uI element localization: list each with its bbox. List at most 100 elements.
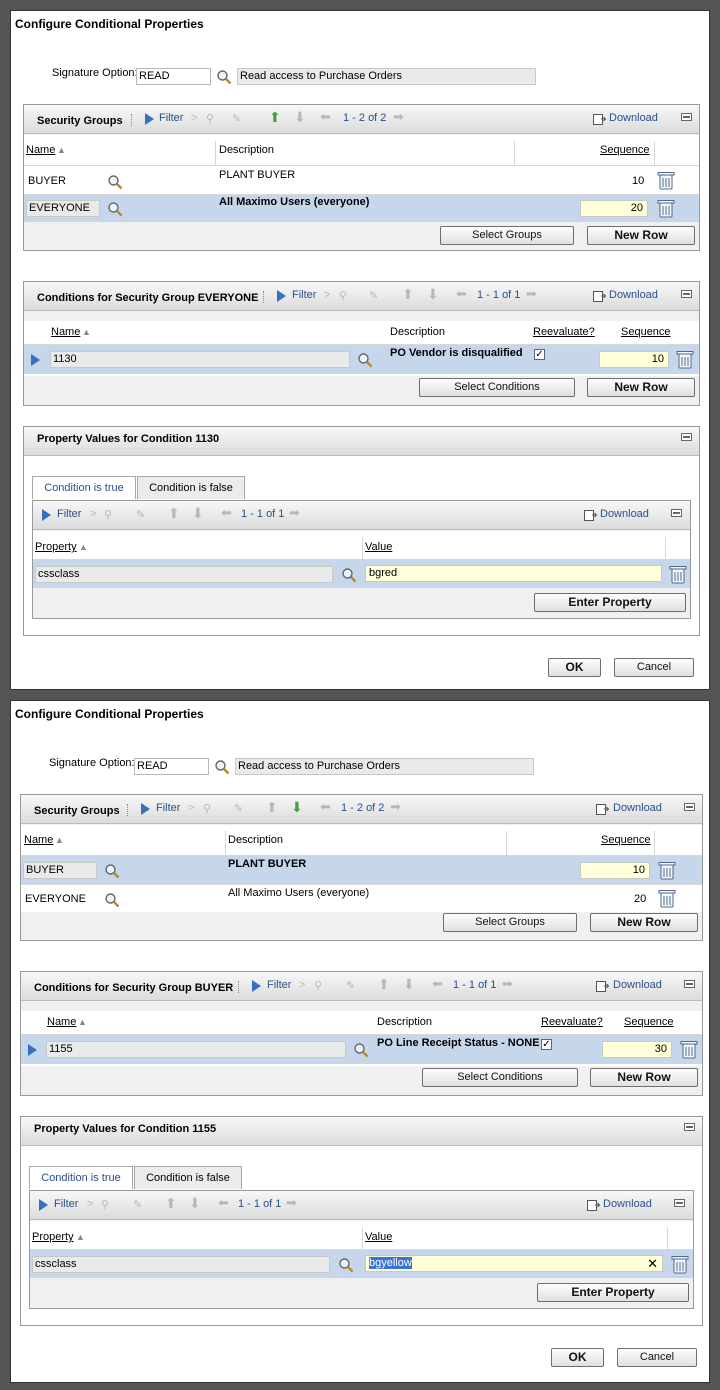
new-row-button[interactable]: New Row bbox=[587, 378, 695, 397]
lookup-icon[interactable] bbox=[357, 352, 373, 368]
download-link[interactable]: Download bbox=[600, 508, 649, 520]
signature-lookup-icon[interactable] bbox=[214, 759, 230, 775]
cancel-button[interactable]: Cancel bbox=[617, 1348, 697, 1367]
select-groups-button[interactable]: Select Groups bbox=[440, 226, 574, 245]
delete-row-icon[interactable] bbox=[669, 564, 687, 584]
delete-row-icon[interactable] bbox=[657, 198, 675, 218]
col-property[interactable]: Property bbox=[35, 536, 77, 558]
col-value[interactable]: Value bbox=[365, 536, 392, 558]
table-row-selected[interactable]: cssclass bgred bbox=[33, 559, 690, 588]
select-groups-button[interactable]: Select Groups bbox=[443, 913, 577, 932]
delete-row-icon[interactable] bbox=[658, 860, 676, 880]
group-name-field[interactable]: EVERYONE bbox=[26, 200, 100, 217]
enter-property-button[interactable]: Enter Property bbox=[537, 1283, 689, 1302]
table-row[interactable]: BUYER PLANT BUYER 10 bbox=[24, 165, 699, 194]
collapse-icon[interactable] bbox=[681, 113, 692, 121]
condition-name-field[interactable]: 1130 bbox=[50, 351, 350, 368]
filter-link[interactable]: Filter bbox=[57, 508, 81, 520]
filter-arrow-icon[interactable] bbox=[42, 509, 51, 521]
filter-arrow-icon[interactable] bbox=[39, 1199, 48, 1211]
table-row[interactable]: EVERYONE All Maximo Users (everyone) 20 bbox=[21, 884, 702, 912]
property-field[interactable]: cssclass bbox=[35, 566, 333, 583]
lookup-icon[interactable] bbox=[353, 1042, 369, 1058]
delete-row-icon[interactable] bbox=[657, 170, 675, 190]
download-link[interactable]: Download bbox=[603, 1198, 652, 1210]
signature-option-input[interactable]: READ bbox=[134, 758, 209, 775]
collapse-icon[interactable] bbox=[674, 1199, 685, 1207]
filter-link[interactable]: Filter bbox=[292, 289, 316, 301]
signature-option-input[interactable]: READ bbox=[136, 68, 211, 85]
tab-condition-true[interactable]: Condition is true bbox=[29, 1166, 133, 1189]
table-row-selected[interactable]: BUYER PLANT BUYER 10 bbox=[21, 855, 702, 884]
collapse-icon[interactable] bbox=[684, 803, 695, 811]
delete-row-icon[interactable] bbox=[671, 1254, 689, 1274]
filter-arrow-icon[interactable] bbox=[277, 290, 286, 302]
group-name-field[interactable]: BUYER bbox=[23, 862, 97, 879]
select-conditions-button[interactable]: Select Conditions bbox=[419, 378, 575, 397]
arrow-down-icon[interactable]: ⬇ bbox=[291, 799, 303, 816]
sequence-field[interactable]: 10 bbox=[580, 862, 650, 879]
collapse-icon[interactable] bbox=[681, 433, 692, 441]
download-icon[interactable] bbox=[587, 1200, 600, 1211]
ok-button[interactable]: OK bbox=[551, 1348, 604, 1367]
col-reevaluate[interactable]: Reevaluate? bbox=[533, 321, 595, 343]
tab-condition-true[interactable]: Condition is true bbox=[32, 476, 136, 499]
table-row-selected[interactable]: cssclass bgyellow ✕ bbox=[30, 1249, 693, 1278]
filter-link[interactable]: Filter bbox=[156, 802, 180, 814]
table-row-selected[interactable]: EVERYONE All Maximo Users (everyone) 20 bbox=[24, 194, 699, 222]
download-link[interactable]: Download bbox=[609, 289, 658, 301]
filter-arrow-icon[interactable] bbox=[145, 113, 154, 125]
collapse-icon[interactable] bbox=[681, 290, 692, 298]
col-sequence[interactable]: Sequence bbox=[600, 139, 650, 161]
filter-arrow-icon[interactable] bbox=[252, 980, 261, 992]
collapse-icon[interactable] bbox=[671, 509, 682, 517]
lookup-icon[interactable] bbox=[107, 201, 123, 217]
sequence-field[interactable]: 10 bbox=[599, 351, 669, 368]
collapse-icon[interactable] bbox=[684, 1123, 695, 1131]
tab-condition-false[interactable]: Condition is false bbox=[137, 476, 245, 499]
lookup-icon[interactable] bbox=[104, 892, 120, 908]
new-row-button[interactable]: New Row bbox=[587, 226, 695, 245]
condition-name-field[interactable]: 1155 bbox=[46, 1041, 346, 1058]
col-sequence[interactable]: Sequence bbox=[621, 321, 671, 343]
col-sequence[interactable]: Sequence bbox=[624, 1011, 674, 1033]
col-value[interactable]: Value bbox=[365, 1226, 392, 1248]
download-link[interactable]: Download bbox=[613, 802, 662, 814]
filter-link[interactable]: Filter bbox=[267, 979, 291, 991]
sequence-field[interactable]: 20 bbox=[580, 200, 648, 217]
value-field[interactable]: bgred bbox=[365, 565, 662, 582]
download-link[interactable]: Download bbox=[613, 979, 662, 991]
table-row-selected[interactable]: 1130 PO Vendor is disqualified ✓ 10 bbox=[24, 344, 699, 374]
reevaluate-checkbox[interactable]: ✓ bbox=[534, 349, 545, 360]
download-icon[interactable] bbox=[593, 114, 606, 125]
delete-row-icon[interactable] bbox=[658, 888, 676, 908]
lookup-icon[interactable] bbox=[104, 863, 120, 879]
download-link[interactable]: Download bbox=[609, 112, 658, 124]
download-icon[interactable] bbox=[596, 804, 609, 815]
new-row-button[interactable]: New Row bbox=[590, 913, 698, 932]
lookup-icon[interactable] bbox=[107, 174, 123, 190]
ok-button[interactable]: OK bbox=[548, 658, 601, 677]
filter-arrow-icon[interactable] bbox=[141, 803, 150, 815]
enter-property-button[interactable]: Enter Property bbox=[534, 593, 686, 612]
lookup-icon[interactable] bbox=[338, 1257, 354, 1273]
filter-link[interactable]: Filter bbox=[54, 1198, 78, 1210]
clear-value-icon[interactable]: ✕ bbox=[647, 1256, 658, 1271]
download-icon[interactable] bbox=[584, 510, 597, 521]
row-expand-icon[interactable] bbox=[31, 354, 40, 366]
new-row-button[interactable]: New Row bbox=[590, 1068, 698, 1087]
reevaluate-checkbox[interactable]: ✓ bbox=[541, 1039, 552, 1050]
tab-condition-false[interactable]: Condition is false bbox=[134, 1166, 242, 1189]
sequence-field[interactable]: 30 bbox=[602, 1041, 672, 1058]
row-expand-icon[interactable] bbox=[28, 1044, 37, 1056]
delete-row-icon[interactable] bbox=[676, 349, 694, 369]
col-name[interactable]: Name bbox=[26, 139, 55, 161]
col-sequence[interactable]: Sequence bbox=[601, 829, 651, 851]
signature-lookup-icon[interactable] bbox=[216, 69, 232, 85]
select-conditions-button[interactable]: Select Conditions bbox=[422, 1068, 578, 1087]
collapse-icon[interactable] bbox=[684, 980, 695, 988]
download-icon[interactable] bbox=[593, 291, 606, 302]
lookup-icon[interactable] bbox=[341, 567, 357, 583]
col-name[interactable]: Name bbox=[47, 1011, 76, 1033]
col-property[interactable]: Property bbox=[32, 1226, 74, 1248]
